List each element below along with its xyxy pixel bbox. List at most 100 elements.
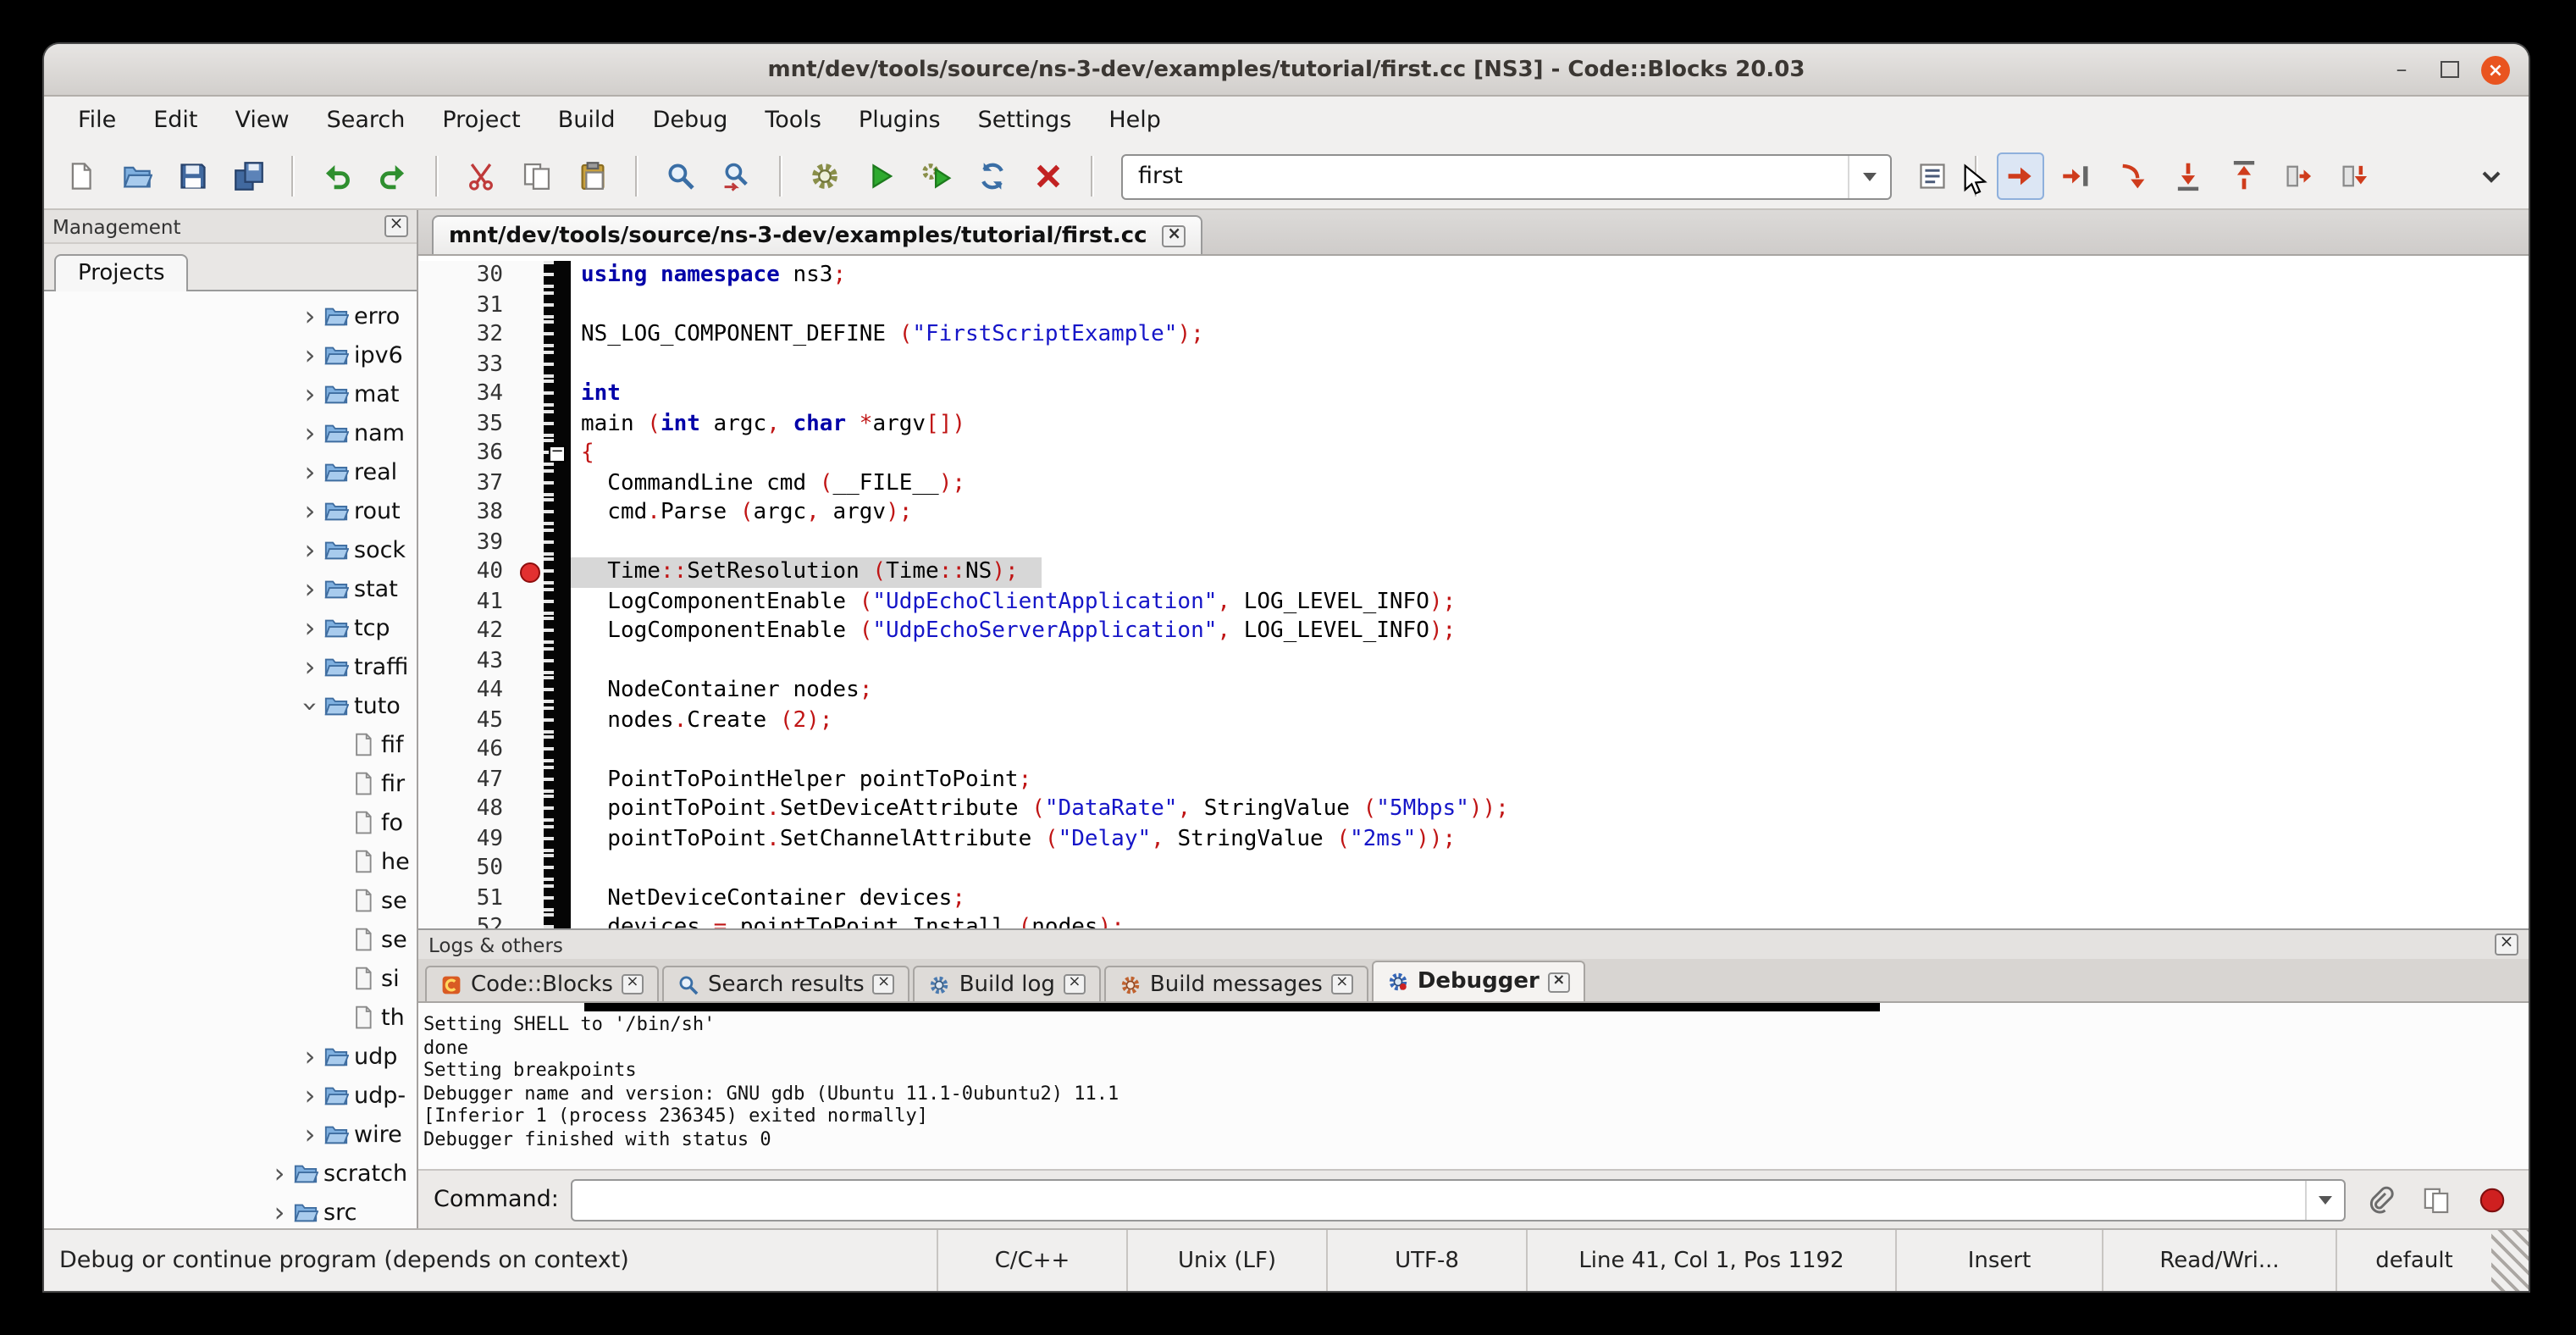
tree-item[interactable]: ›rout [44,491,417,530]
run-to-cursor-button[interactable] [2053,152,2100,200]
chevron-icon[interactable]: › [268,1199,291,1226]
marker-margin[interactable] [517,706,544,735]
marker-margin[interactable] [517,379,544,409]
debugger-output[interactable]: Setting SHELL to '/bin/sh'doneSetting br… [418,1003,2529,1169]
close-log-tab-icon[interactable]: × [1064,974,1086,994]
code-line[interactable]: 50 [418,854,2529,884]
rebuild-button[interactable] [969,152,1016,200]
marker-margin[interactable] [517,765,544,795]
fold-margin[interactable] [544,409,571,439]
code-line[interactable]: 49 pointToPoint.SetChannelAttribute ("De… [418,824,2529,854]
close-icon[interactable]: × [2481,55,2510,84]
toolbar-overflow-button[interactable] [2468,152,2515,200]
copy-log-button[interactable] [2413,1177,2457,1221]
chevron-icon[interactable]: › [296,694,323,717]
marker-margin[interactable] [517,676,544,706]
menu-build[interactable]: Build [541,102,633,139]
tab-projects[interactable]: Projects [54,254,189,291]
tree-item[interactable]: fo [44,803,417,842]
chevron-icon[interactable]: › [298,1082,322,1109]
redo-button[interactable] [369,152,417,200]
fold-margin[interactable] [544,498,571,528]
chevron-icon[interactable]: › [298,380,322,407]
marker-margin[interactable] [517,439,544,468]
fold-margin[interactable] [544,320,571,350]
fold-margin[interactable] [544,735,571,765]
undo-button[interactable] [313,152,361,200]
tree-item[interactable]: ›erro [44,296,417,335]
fold-margin[interactable]: − [544,439,571,468]
tree-item[interactable]: fir [44,764,417,803]
run-button[interactable] [857,152,904,200]
marker-margin[interactable] [517,735,544,765]
menu-help[interactable]: Help [1092,102,1178,139]
menu-debug[interactable]: Debug [636,102,745,139]
find-button[interactable] [657,152,705,200]
marker-margin[interactable] [517,884,544,913]
code-line[interactable]: 37 CommandLine cmd (__FILE__); [418,468,2529,498]
log-tab-build-messages[interactable]: Build messages× [1104,966,1368,1001]
marker-margin[interactable] [517,291,544,320]
code-line[interactable]: 43 [418,646,2529,676]
build-button[interactable] [801,152,849,200]
tree-item[interactable]: he [44,842,417,881]
menu-tools[interactable]: Tools [748,102,838,139]
menu-plugins[interactable]: Plugins [842,102,958,139]
marker-margin[interactable] [517,913,544,928]
build-and-run-button[interactable] [913,152,960,200]
fold-margin[interactable] [544,557,571,587]
tree-item[interactable]: ›tuto [44,686,417,725]
tree-item[interactable]: ›sock [44,530,417,569]
menu-view[interactable]: View [218,102,307,139]
fold-margin[interactable] [544,646,571,676]
fold-margin[interactable] [544,884,571,913]
stop-debugger-button[interactable] [2469,1177,2513,1221]
marker-margin[interactable] [517,261,544,291]
fold-margin[interactable] [544,913,571,928]
tree-item[interactable]: ›src [44,1193,417,1228]
tree-item[interactable]: th [44,998,417,1037]
tree-item[interactable]: ›ipv6 [44,335,417,374]
code-line[interactable]: 41 LogComponentEnable ("UdpEchoClientApp… [418,587,2529,617]
fold-margin[interactable] [544,824,571,854]
fold-margin[interactable] [544,706,571,735]
step-out-button[interactable] [2220,152,2268,200]
marker-margin[interactable] [517,587,544,617]
chevron-icon[interactable]: › [298,575,322,602]
next-instruction-button[interactable] [2276,152,2324,200]
menu-settings[interactable]: Settings [961,102,1089,139]
marker-margin[interactable] [517,409,544,439]
code-line[interactable]: 42 LogComponentEnable ("UdpEchoServerApp… [418,617,2529,646]
tree-item[interactable]: fif [44,725,417,764]
marker-margin[interactable] [517,320,544,350]
save-button[interactable] [169,152,217,200]
marker-margin[interactable] [517,795,544,824]
tree-item[interactable]: ›scratch [44,1154,417,1193]
editor-tab[interactable]: mnt/dev/tools/source/ns-3-dev/examples/t… [432,215,1203,254]
tree-item[interactable]: ›real [44,452,417,491]
fold-margin[interactable] [544,528,571,557]
marker-margin[interactable] [517,854,544,884]
code-line[interactable]: 38 cmd.Parse (argc, argv); [418,498,2529,528]
log-tab-code-blocks[interactable]: Code::Blocks× [425,966,659,1001]
code-line[interactable]: 46 [418,735,2529,765]
close-log-tab-icon[interactable]: × [622,974,644,994]
title-bar[interactable]: mnt/dev/tools/source/ns-3-dev/examples/t… [44,44,2529,97]
resize-grip-icon[interactable] [2491,1230,2529,1291]
chevron-icon[interactable]: › [298,419,322,446]
code-line[interactable]: 40 Time::SetResolution (Time::NS); [418,557,2529,587]
replace-button[interactable] [713,152,760,200]
fold-margin[interactable] [544,587,571,617]
breakpoint-icon[interactable] [520,562,540,583]
maximize-icon[interactable] [2434,54,2464,85]
code-line[interactable]: 32NS_LOG_COMPONENT_DEFINE ("FirstScriptE… [418,320,2529,350]
code-line[interactable]: 52 devices = pointToPoint.Install (nodes… [418,913,2529,928]
fold-margin[interactable] [544,795,571,824]
menu-file[interactable]: File [61,102,133,139]
save-all-button[interactable] [225,152,273,200]
copy-button[interactable] [513,152,561,200]
code-line[interactable]: 51 NetDeviceContainer devices; [418,884,2529,913]
marker-margin[interactable] [517,646,544,676]
log-tab-search-results[interactable]: Search results× [662,966,910,1001]
chevron-icon[interactable]: › [298,458,322,485]
